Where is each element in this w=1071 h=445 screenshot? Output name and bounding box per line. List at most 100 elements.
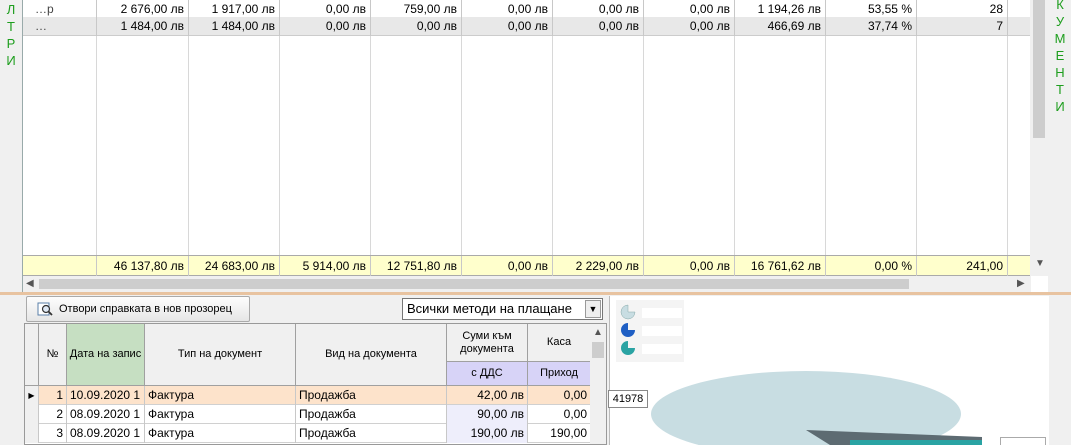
chart-label-box [1000,437,1046,445]
cell: 37,74 % [826,17,917,36]
column-header-sums[interactable]: Суми към документа [447,324,528,362]
scroll-up-icon[interactable]: ▲ [593,327,603,338]
side-letter: Р [6,36,16,51]
cell-date: 10.09.2020 1 [67,386,145,405]
cell: 7 [917,17,1008,36]
scroll-left-icon[interactable]: ◀ [26,278,34,289]
cell-date: 08.09.2020 1 [67,424,145,443]
column-header-doc-type[interactable]: Тип на документ [145,324,296,386]
cell-sum: 90,00 лв [447,405,528,424]
cell-type: Фактура [145,405,296,424]
pie-slice-icon [621,323,635,337]
cell-num: 2 [39,405,67,424]
totals-row: 46 137,80 лв 24 683,00 лв 5 914,00 лв 12… [23,255,1031,276]
legend-item [620,322,682,340]
scroll-right-icon[interactable]: ▶ [1017,278,1025,289]
panel-splitter[interactable] [0,292,1071,295]
horizontal-scrollbar[interactable]: ◀ ▶ [23,276,1031,292]
cell-type: Фактура [145,424,296,443]
row-indicator [25,405,39,424]
payment-method-select[interactable]: Всички методи на плащане ▼ [402,298,603,320]
current-row-icon: ▶ [25,386,39,405]
cell-cash: 0,00 [528,386,591,405]
cell-num: 3 [39,424,67,443]
chevron-down-icon[interactable]: ▼ [585,300,601,318]
total-cell: 0,00 % [826,256,917,276]
right-panel-strip [1049,296,1071,445]
cell-kind: Продажба [296,405,447,424]
side-letter: Е [1055,48,1065,63]
button-label: Отвори справката в нов прозорец [59,303,232,315]
table-row[interactable]: ▶ 1 10.09.2020 1 Фактура Продажба 42,00 … [25,386,592,405]
total-cell: 2 229,00 лв [553,256,644,276]
side-letter: У [1055,14,1065,29]
scrollbar-thumb[interactable] [592,342,604,358]
side-letter: М [1054,31,1066,46]
cell: 0,00 лв [644,17,735,36]
documents-side-tab[interactable]: К У М Е Н Т И [1049,0,1071,292]
vertical-scrollbar[interactable]: ▲ [590,324,606,444]
vertical-scrollbar[interactable]: ▼ [1030,0,1048,276]
summary-grid: …р 2 676,00 лв 1 917,00 лв 0,00 лв 759,0… [22,0,1048,292]
cell: 1 484,00 лв [97,17,189,36]
cell-sum: 190,00 лв [447,424,528,443]
column-header-doc-kind[interactable]: Вид на документа [296,324,447,386]
side-letter: Т [7,19,15,34]
column-subheader-income[interactable]: Приход [528,362,591,386]
magnifier-icon [37,302,53,316]
total-cell: 0,00 лв [462,256,553,276]
total-cell: 24 683,00 лв [189,256,280,276]
total-cell: 0,00 лв [644,256,735,276]
scrollbar-thumb[interactable] [1033,0,1045,138]
cell-kind: Продажба [296,424,447,443]
scrollbar-thumb[interactable] [39,279,909,289]
side-letter: И [1055,99,1065,114]
cell: 0,00 лв [553,17,644,36]
scroll-down-icon[interactable]: ▼ [1035,258,1045,269]
side-letter: Л [6,2,16,17]
table-row[interactable]: 2 08.09.2020 1 Фактура Продажба 90,00 лв… [25,405,592,424]
cell-type: Фактура [145,386,296,405]
pie-slice-main[interactable] [651,371,961,445]
cell-date: 08.09.2020 1 [67,405,145,424]
cell-kind: Продажба [296,386,447,405]
total-cell: 5 914,00 лв [280,256,371,276]
report-window: Л Т Р И К У М Е Н Т И …р 2 676,00 лв 1 9… [0,0,1071,445]
row-indicator [25,424,39,443]
cell-cash: 0,00 [528,405,591,424]
table-row[interactable]: 3 08.09.2020 1 Фактура Продажба 190,00 л… [25,424,592,443]
column-subheader-vat[interactable]: с ДДС [447,362,528,386]
cell: 0,00 лв [280,17,371,36]
cell: 0,00 лв [462,17,553,36]
legend-label [642,308,682,318]
pie-slice-teal[interactable] [850,440,982,445]
legend-item [620,304,682,322]
open-in-new-window-button[interactable]: Отвори справката в нов прозорец [26,296,250,322]
chart-legend [616,300,684,362]
cell-cash: 190,00 [528,424,591,443]
side-letter: Н [1055,65,1065,80]
pie-slice-icon [620,304,636,320]
cell: 1 484,00 лв [189,17,280,36]
cell-sum: 42,00 лв [447,386,528,405]
total-cell: 12 751,80 лв [371,256,462,276]
totals-label [23,256,97,276]
column-header-num[interactable]: № [39,324,67,386]
cell: 0,00 лв [371,17,462,36]
cell-num: 1 [39,386,67,405]
total-cell: 241,00 [917,256,1008,276]
filters-side-tab[interactable]: Л Т Р И [0,0,22,292]
legend-item [620,340,682,358]
row-name: … [23,17,97,36]
table-row[interactable]: … 1 484,00 лв 1 484,00 лв 0,00 лв 0,00 л… [23,17,1031,36]
legend-label [642,344,682,354]
column-header-date[interactable]: Дата на запис [67,324,145,386]
documents-grid: № Дата на запис Тип на документ Вид на д… [24,323,607,445]
total-cell: 16 761,62 лв [735,256,826,276]
total-cell: 46 137,80 лв [97,256,189,276]
legend-label [642,326,682,336]
side-letter: К [1056,0,1064,12]
column-header-cash[interactable]: Каса [528,324,591,362]
row-indicator-header [25,324,39,386]
pie-slice-icon [621,341,635,355]
